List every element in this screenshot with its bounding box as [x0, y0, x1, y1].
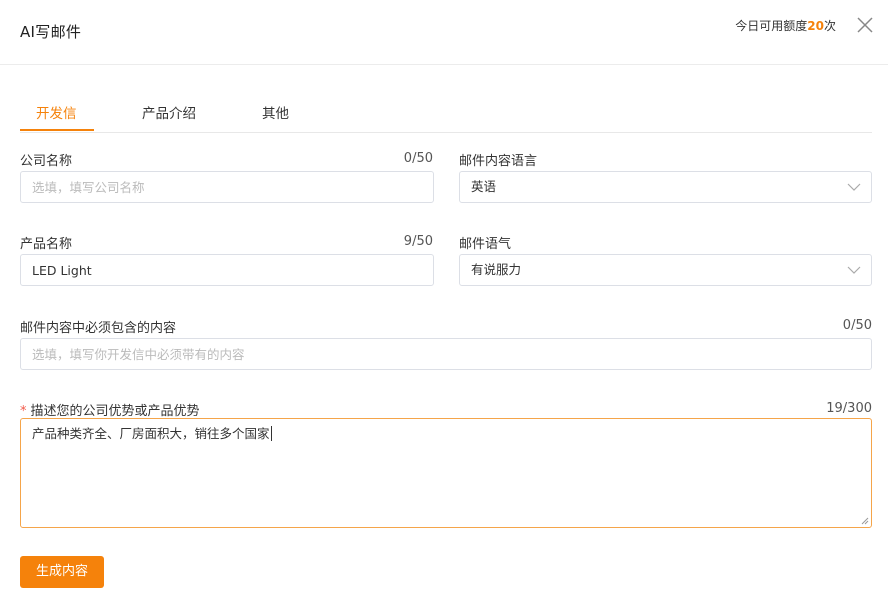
- must-include-count: 0/50: [842, 318, 872, 333]
- chevron-down-icon: [847, 266, 861, 274]
- close-icon[interactable]: [854, 14, 876, 36]
- email-language-value: 英语: [471, 179, 497, 194]
- email-language-label: 邮件内容语言: [459, 154, 538, 169]
- daily-quota: 今日可用额度20次: [735, 17, 836, 34]
- product-name-count: 9/50: [403, 234, 433, 249]
- email-tone-value: 有说服力: [471, 262, 522, 277]
- must-include-input[interactable]: [20, 338, 872, 370]
- company-name-count: 0/50: [403, 151, 433, 166]
- email-tone-select[interactable]: 有说服力: [459, 254, 872, 286]
- active-tab-indicator: [20, 129, 94, 131]
- product-name-input[interactable]: [20, 254, 434, 286]
- quota-suffix: 次: [823, 19, 836, 33]
- dialog-title: AI写邮件: [20, 23, 82, 41]
- advantage-textarea[interactable]: 产品种类齐全、厂房面积大，销往多个国家: [20, 418, 872, 528]
- advantage-text: 产品种类齐全、厂房面积大，销往多个国家: [32, 426, 270, 441]
- dialog-header: AI写邮件 今日可用额度20次: [0, 0, 888, 65]
- text-caret: [270, 426, 272, 441]
- email-tone-label: 邮件语气: [459, 237, 512, 252]
- company-name-input[interactable]: [20, 171, 434, 203]
- email-language-select[interactable]: 英语: [459, 171, 872, 203]
- advantage-count: 19/300: [826, 401, 872, 416]
- product-name-label: 产品名称: [20, 237, 73, 252]
- advantage-label-text: 描述您的公司优势或产品优势: [30, 404, 200, 419]
- tab-bar: 开发信 产品介绍 其他: [20, 96, 872, 133]
- generate-content-button[interactable]: 生成内容: [20, 556, 104, 588]
- quota-value: 20: [807, 19, 824, 33]
- required-mark: *: [20, 404, 27, 419]
- tab-other[interactable]: 其他: [262, 102, 289, 122]
- tab-cold-email[interactable]: 开发信: [36, 102, 77, 122]
- advantage-label: * 描述您的公司优势或产品优势: [20, 400, 200, 419]
- quota-prefix: 今日可用额度: [735, 19, 808, 33]
- ai-email-dialog: AI写邮件 今日可用额度20次 开发信 产品介绍 其他 公司名称 0/50 邮件…: [0, 0, 888, 600]
- chevron-down-icon: [847, 183, 861, 191]
- tab-product-intro[interactable]: 产品介绍: [142, 102, 196, 122]
- must-include-label: 邮件内容中必须包含的内容: [20, 321, 177, 336]
- company-name-label: 公司名称: [20, 154, 73, 169]
- resize-handle-icon[interactable]: [861, 517, 869, 525]
